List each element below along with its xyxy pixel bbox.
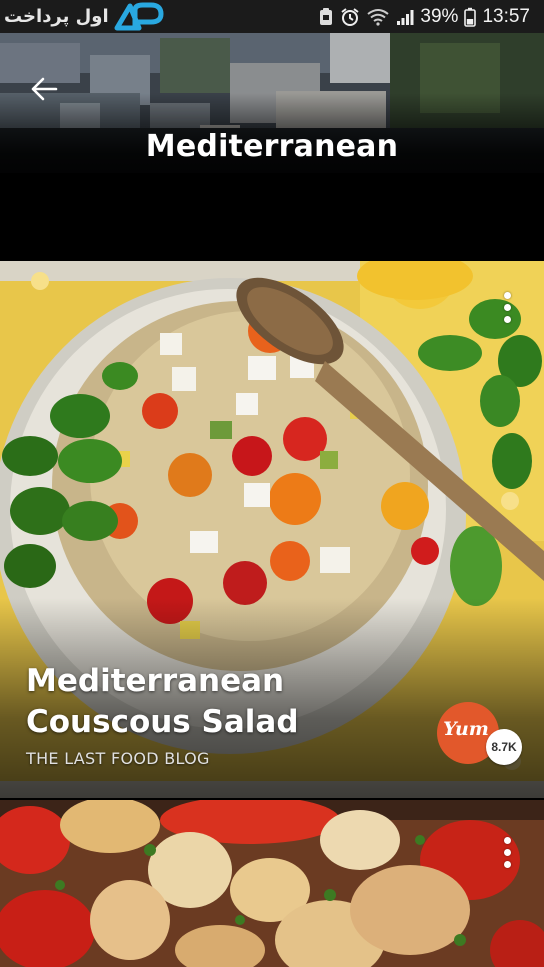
recipe-card[interactable]: Mediterranean Couscous Salad THE LAST FO… <box>0 261 544 798</box>
recipe-card[interactable] <box>0 800 544 967</box>
status-bar: اول پرداخت 39% 13:57 <box>0 0 544 33</box>
more-vertical-icon-dot <box>503 848 511 856</box>
recipe-source: THE LAST FOOD BLOG <box>26 749 210 768</box>
yum-label: Yum <box>443 718 489 740</box>
recipe-image <box>0 800 544 967</box>
battery-percent: 39% <box>420 5 459 27</box>
more-options-button[interactable] <box>492 832 522 872</box>
back-button[interactable] <box>24 69 64 109</box>
yum-count-badge: 8.7K <box>486 729 522 765</box>
clock-time: 13:57 <box>482 5 530 27</box>
wifi-icon <box>366 8 390 26</box>
arrow-left-icon <box>31 77 58 101</box>
page-title: Mediterranean <box>145 129 399 164</box>
app-screen: اول پرداخت 39% 13:57 Mediterranean Medit… <box>0 0 544 967</box>
status-brand: اول پرداخت <box>0 0 165 33</box>
alarm-icon <box>340 7 360 27</box>
more-vertical-icon-dot <box>503 315 511 323</box>
more-vertical-icon-dot <box>503 860 511 868</box>
more-options-button[interactable] <box>492 287 522 327</box>
more-vertical-icon <box>503 836 511 844</box>
status-icons: 39% 13:57 <box>318 0 530 33</box>
clipboard-icon <box>318 7 334 26</box>
battery-icon <box>464 7 477 27</box>
more-vertical-icon <box>503 291 511 299</box>
signal-icon <box>396 8 414 26</box>
more-vertical-icon-dot <box>503 303 511 311</box>
brand-text: اول پرداخت <box>4 6 109 27</box>
brand-logo-icon <box>114 2 164 30</box>
category-header: Mediterranean <box>0 33 544 261</box>
recipe-title: Mediterranean Couscous Salad <box>26 663 299 740</box>
